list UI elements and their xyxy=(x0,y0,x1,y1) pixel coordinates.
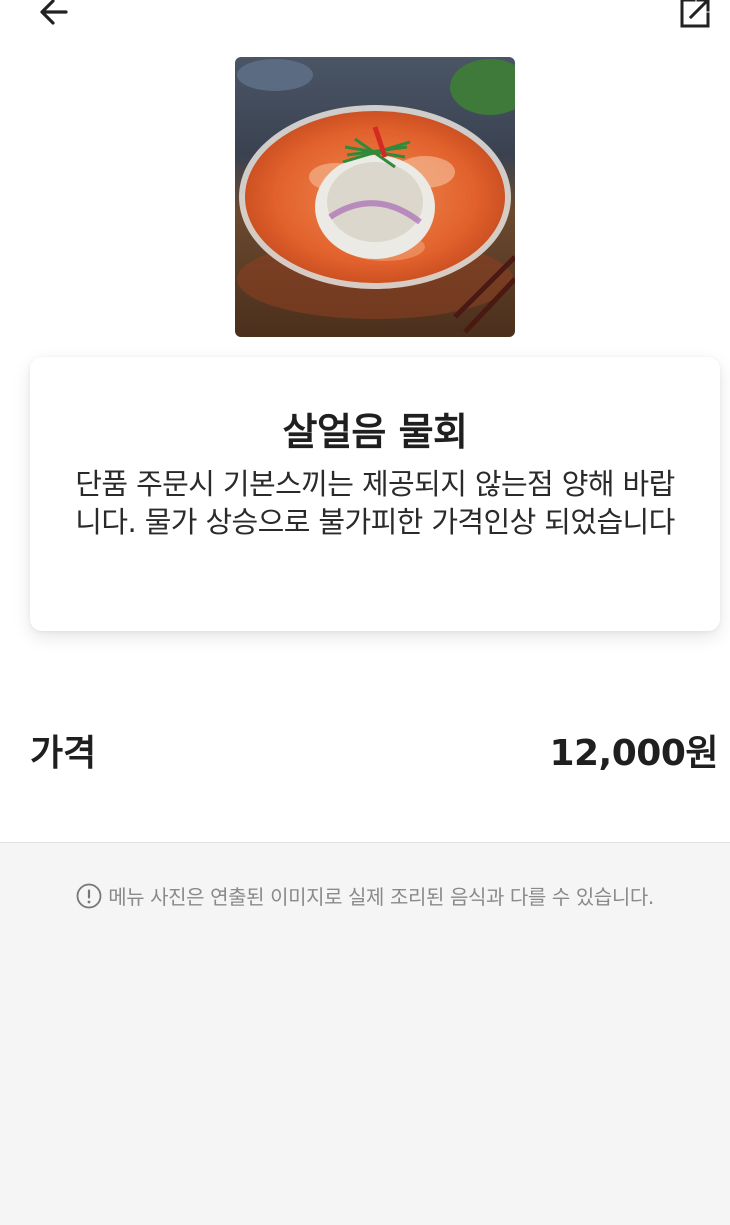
food-photo xyxy=(235,57,515,337)
disclaimer-text: 메뉴 사진은 연출된 이미지로 실제 조리된 음식과 다를 수 있습니다. xyxy=(108,885,654,909)
share-button[interactable] xyxy=(668,0,720,40)
top-section: 살얼음 물회 단품 주문시 기본스끼는 제공되지 않는점 양해 바랍니다. 물가… xyxy=(0,0,730,842)
arrow-left-icon xyxy=(36,0,72,34)
notice-section: 메뉴 사진은 연출된 이미지로 실제 조리된 음식과 다를 수 있습니다. xyxy=(0,842,730,1225)
share-icon xyxy=(674,0,714,36)
info-icon xyxy=(76,883,102,909)
menu-photo xyxy=(235,57,515,337)
price-label: 가격 xyxy=(30,733,97,774)
menu-info-card: 살얼음 물회 단품 주문시 기본스끼는 제공되지 않는점 양해 바랍니다. 물가… xyxy=(30,357,720,631)
back-button[interactable] xyxy=(28,0,80,40)
photo-disclaimer: 메뉴 사진은 연출된 이미지로 실제 조리된 음식과 다를 수 있습니다. xyxy=(0,881,730,910)
menu-title: 살얼음 물회 xyxy=(282,410,468,454)
menu-description: 단품 주문시 기본스끼는 제공되지 않는점 양해 바랍니다. 물가 상승으로 불… xyxy=(75,467,675,539)
price-value: 12,000원 xyxy=(549,733,718,774)
